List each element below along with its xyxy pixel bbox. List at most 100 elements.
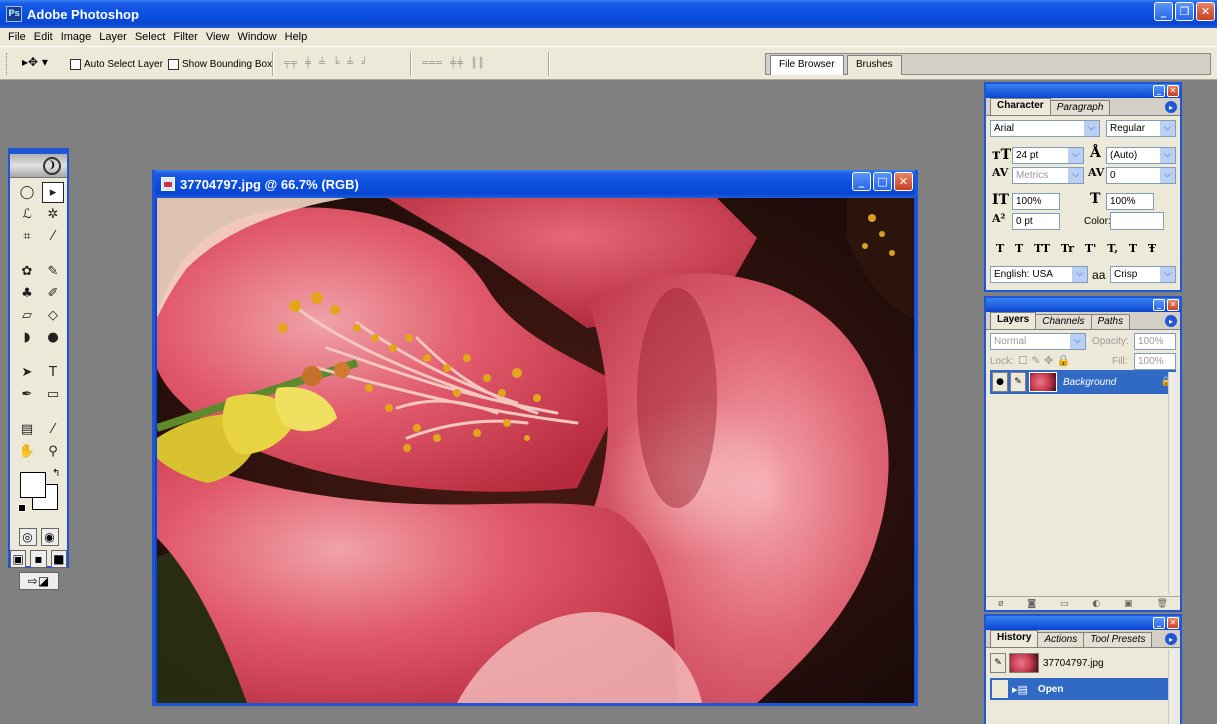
panel-menu-icon[interactable]: ▸ — [1165, 101, 1177, 113]
tab-actions[interactable]: Actions — [1037, 632, 1085, 647]
kerning-select[interactable]: Metrics — [1012, 167, 1084, 184]
align-buttons-icon[interactable]: ╤╤ ╪ ╧ ╘ ╧ ╛ — [284, 58, 368, 69]
doc-maximize-button[interactable]: □ — [873, 172, 892, 191]
zoom-tool-icon[interactable]: ⚲ — [42, 441, 64, 462]
history-brush-source-icon[interactable]: ✎ — [990, 653, 1006, 673]
tracking-select[interactable]: 0 — [1106, 167, 1176, 184]
move-tool-icon[interactable]: ▸ — [42, 182, 64, 203]
panel-close-button[interactable]: ✕ — [1167, 85, 1179, 97]
screen-mode-full-icon[interactable]: ■ — [50, 550, 67, 568]
clone-stamp-tool-icon[interactable]: ♣ — [16, 283, 38, 304]
tab-paragraph[interactable]: Paragraph — [1049, 100, 1111, 115]
checkbox-box[interactable] — [168, 59, 179, 70]
default-colors-icon[interactable] — [18, 504, 26, 512]
tab-history[interactable]: History — [990, 630, 1039, 647]
menu-file[interactable]: File — [4, 31, 30, 43]
menu-window[interactable]: Window — [234, 31, 281, 43]
tab-brushes[interactable]: Brushes — [847, 55, 902, 75]
menu-help[interactable]: Help — [281, 31, 312, 43]
path-selection-tool-icon[interactable]: ➤ — [16, 362, 38, 383]
font-family-select[interactable]: Arial — [990, 120, 1100, 137]
doc-close-button[interactable]: ✕ — [894, 172, 913, 191]
image-canvas[interactable] — [157, 198, 914, 703]
tab-channels[interactable]: Channels — [1035, 314, 1092, 329]
tab-file-browser[interactable]: File Browser — [770, 55, 844, 75]
menu-view[interactable]: View — [202, 31, 234, 43]
auto-select-layer-checkbox[interactable]: Auto Select Layer — [70, 59, 163, 70]
layer-style-icon[interactable]: ø — [998, 599, 1004, 609]
layer-set-icon[interactable]: ▭ — [1060, 599, 1069, 609]
foreground-color-swatch[interactable] — [20, 472, 46, 498]
opacity-input[interactable]: 100% — [1134, 333, 1176, 350]
crop-tool-icon[interactable]: ⌗ — [16, 226, 38, 247]
jump-to-imageready-icon[interactable]: ⇨◪ — [18, 572, 59, 590]
vertical-scale-input[interactable]: 100% — [1012, 193, 1060, 210]
language-select[interactable]: English: USA — [990, 266, 1088, 283]
history-source-box[interactable] — [992, 680, 1008, 698]
blend-mode-select[interactable]: Normal — [990, 333, 1086, 350]
checkbox-box[interactable] — [70, 59, 81, 70]
distribute-buttons-icon[interactable]: ═══ ╪╪ ║║ — [422, 58, 485, 69]
adobe-online-icon[interactable]: ❩ — [43, 156, 61, 175]
notes-tool-icon[interactable]: ▤ — [16, 419, 38, 440]
doc-minimize-button[interactable]: _ — [852, 172, 871, 191]
baseline-shift-input[interactable]: 0 pt — [1012, 213, 1060, 230]
options-grip[interactable] — [6, 53, 9, 75]
menu-layer[interactable]: Layer — [95, 31, 131, 43]
pen-tool-icon[interactable]: ✒ — [16, 384, 38, 405]
eyedropper-tool-icon[interactable]: ⁄ — [42, 419, 64, 440]
marquee-tool-icon[interactable]: ◯ — [16, 182, 38, 203]
history-snapshot-row[interactable]: ✎ 37704797.jpg — [990, 652, 1170, 674]
blur-tool-icon[interactable]: ◗ — [16, 327, 38, 348]
anti-alias-select[interactable]: Crisp — [1110, 266, 1176, 283]
swap-colors-icon[interactable]: ↰ — [52, 468, 60, 479]
horizontal-scale-input[interactable]: 100% — [1106, 193, 1154, 210]
move-tool-icon[interactable]: ▸✥ ▾ — [22, 55, 48, 69]
rectangle-tool-icon[interactable]: ▭ — [42, 384, 64, 405]
new-layer-icon[interactable]: ▣ — [1124, 599, 1133, 609]
layer-row-background[interactable]: ● ✎ Background 🔒 — [990, 370, 1176, 394]
lock-options-icon[interactable]: ☐ ✎ ✥ 🔒 — [1018, 354, 1070, 367]
brush-tool-icon[interactable]: ✎ — [42, 261, 64, 282]
document-title-bar[interactable]: 37704797.jpg @ 66.7% (RGB) _ □ ✕ — [155, 170, 915, 198]
standard-mode-icon[interactable]: ◎ — [18, 528, 37, 546]
magic-wand-tool-icon[interactable]: ✲ — [42, 204, 64, 225]
history-state-open[interactable]: ▸▤ Open — [990, 678, 1168, 700]
delete-layer-icon[interactable]: 🗑 — [1157, 599, 1168, 609]
tab-layers[interactable]: Layers — [990, 312, 1037, 329]
layer-mask-icon[interactable]: ◙ — [1027, 599, 1036, 609]
text-color-swatch[interactable] — [1110, 212, 1164, 230]
hand-tool-icon[interactable]: ✋ — [16, 441, 38, 462]
panel-close-button[interactable]: ✕ — [1167, 617, 1179, 629]
screen-mode-full-menu-icon[interactable]: ▪ — [30, 550, 47, 568]
layers-scrollbar[interactable] — [1168, 372, 1178, 594]
character-panel-titlebar[interactable]: _ ✕ — [986, 84, 1180, 98]
dodge-tool-icon[interactable]: ● — [42, 327, 64, 348]
menu-select[interactable]: Select — [131, 31, 170, 43]
paint-bucket-tool-icon[interactable]: ◇ — [42, 305, 64, 326]
panel-minimize-button[interactable]: _ — [1153, 617, 1165, 629]
history-scrollbar[interactable] — [1168, 650, 1178, 724]
panel-menu-icon[interactable]: ▸ — [1165, 633, 1177, 645]
font-style-select[interactable]: Regular — [1106, 120, 1176, 137]
panel-close-button[interactable]: ✕ — [1167, 299, 1179, 311]
minimize-button[interactable]: _ — [1154, 2, 1173, 21]
history-brush-tool-icon[interactable]: ✐ — [42, 283, 64, 304]
layers-panel-titlebar[interactable]: _ ✕ — [986, 298, 1180, 312]
visibility-eye-icon[interactable]: ● — [992, 372, 1008, 392]
restore-button[interactable]: ❐ — [1175, 2, 1194, 21]
adjustment-layer-icon[interactable]: ◐ — [1092, 599, 1100, 609]
panel-menu-icon[interactable]: ▸ — [1165, 315, 1177, 327]
screen-mode-standard-icon[interactable]: ▣ — [10, 550, 27, 568]
lasso-tool-icon[interactable]: ℒ — [16, 204, 38, 225]
type-style-buttons[interactable]: T T TT Tr T' T, T Ŧ — [996, 242, 1156, 255]
tab-paths[interactable]: Paths — [1090, 314, 1131, 329]
close-button[interactable]: ✕ — [1196, 2, 1215, 21]
tab-character[interactable]: Character — [990, 98, 1051, 115]
panel-minimize-button[interactable]: _ — [1153, 299, 1165, 311]
panel-minimize-button[interactable]: _ — [1153, 85, 1165, 97]
type-tool-icon[interactable]: T — [42, 362, 64, 383]
history-panel-titlebar[interactable]: _ ✕ — [986, 616, 1180, 630]
tab-tool-presets[interactable]: Tool Presets — [1083, 632, 1153, 647]
eraser-tool-icon[interactable]: ▱ — [16, 305, 38, 326]
